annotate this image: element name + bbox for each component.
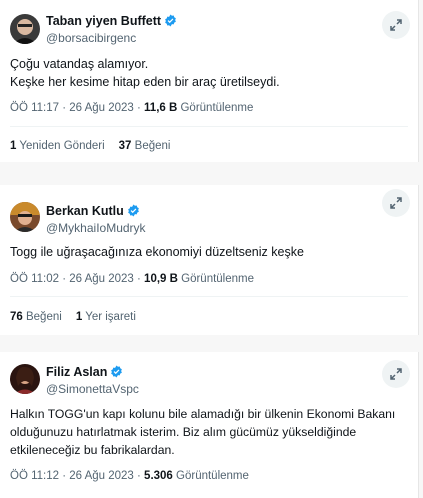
tweet-text-line: Togg ile uğraşacağınıza ekonomiyi düzelt… <box>10 245 304 259</box>
view-count: 10,9 B <box>144 273 178 285</box>
tweet-text-line: Halkın TOGG'un kapı kolunu bile alamadığ… <box>10 407 396 421</box>
verified-badge-icon <box>127 204 139 217</box>
likes-stat[interactable]: 76 Beğeni <box>10 311 62 323</box>
display-name-text[interactable]: Berkan Kutlu <box>46 204 124 218</box>
bookmarks-label: Yer işareti <box>82 311 136 323</box>
likes-count: 37 <box>118 140 132 152</box>
view-label: Görüntülenme <box>177 102 254 114</box>
avatar-image <box>10 202 40 232</box>
expand-button[interactable] <box>382 11 410 39</box>
avatar[interactable] <box>10 364 40 394</box>
display-name[interactable]: Berkan Kutlu <box>46 204 140 218</box>
verified-badge-icon <box>165 14 176 27</box>
timestamp[interactable]: ÖÖ 11:12 · 26 Ağu 2023 · <box>10 470 144 482</box>
view-label: Görüntülenme <box>172 470 249 482</box>
tweet-text-line: Çoğu vatandaş alamıyor. <box>10 57 149 71</box>
view-label: Görüntülenme <box>177 273 255 285</box>
verified-badge-icon <box>111 365 123 378</box>
bookmarks-stat[interactable]: 1 Yer işareti <box>76 311 136 323</box>
user-handle[interactable]: @SimonettaVspc <box>46 382 139 396</box>
expand-arrows-icon <box>390 197 402 209</box>
expand-arrows-icon <box>390 19 402 31</box>
divider <box>10 296 408 297</box>
expand-button[interactable] <box>382 189 410 217</box>
likes-label: Beğeni <box>131 140 171 152</box>
avatar-image <box>10 364 40 394</box>
display-name[interactable]: Taban yiyen Buffett <box>46 14 177 28</box>
tweet-stats: 1 Yeniden Gönderi 37 Beğeni <box>10 140 170 152</box>
user-handle[interactable]: @MykhaiIoMudryk <box>46 221 146 235</box>
tweet-text-line: olduğunuzu hatırlatmak isterim. Biz alım… <box>10 425 357 439</box>
tweet-meta: ÖÖ 11:17 · 26 Ağu 2023 · 11,6 B Görüntül… <box>10 102 253 114</box>
expand-arrows-icon <box>390 368 402 380</box>
avatar-image <box>10 14 40 44</box>
tweet-text-line: etkileneceğiz bu fabrikalardan. <box>10 443 175 457</box>
timestamp[interactable]: ÖÖ 11:02 · 26 Ağu 2023 · <box>10 273 144 285</box>
tweet-text: Halkın TOGG'un kapı kolunu bile alamadığ… <box>10 405 395 459</box>
tweet-text: Çoğu vatandaş alamıyor. Keşke her kesime… <box>10 55 280 91</box>
display-name-text[interactable]: Taban yiyen Buffett <box>46 14 161 28</box>
view-count: 5.306 <box>144 470 173 482</box>
expand-button[interactable] <box>382 360 410 388</box>
tweet-meta: ÖÖ 11:12 · 26 Ağu 2023 · 5.306 Görüntüle… <box>10 470 249 482</box>
display-name-text[interactable]: Filiz Aslan <box>46 365 107 379</box>
likes-count: 76 <box>10 311 23 323</box>
divider <box>10 126 408 127</box>
likes-stat[interactable]: 37 Beğeni <box>119 140 171 152</box>
tweet-card[interactable]: Taban yiyen Buffett @borsacibirgenc Çoğu… <box>0 0 419 162</box>
view-count: 11,6 B <box>144 102 178 114</box>
display-name[interactable]: Filiz Aslan <box>46 365 123 379</box>
avatar[interactable] <box>10 202 40 232</box>
reposts-stat[interactable]: 1 Yeniden Gönderi <box>10 140 105 152</box>
likes-label: Beğeni <box>22 311 62 323</box>
tweet-text: Togg ile uğraşacağınıza ekonomiyi düzelt… <box>10 243 304 261</box>
reposts-label: Yeniden Gönderi <box>16 140 105 152</box>
tweet-card[interactable]: Filiz Aslan @SimonettaVspc Halkın TOGG'u… <box>0 352 419 498</box>
tweet-card[interactable]: Berkan Kutlu @MykhaiIoMudryk Togg ile uğ… <box>0 185 419 335</box>
user-handle[interactable]: @borsacibirgenc <box>46 31 136 45</box>
avatar[interactable] <box>10 14 40 44</box>
tweet-meta: ÖÖ 11:02 · 26 Ağu 2023 · 10,9 B Görüntül… <box>10 273 254 285</box>
tweet-stats: 76 Beğeni 1 Yer işareti <box>10 311 136 323</box>
tweet-text-line: Keşke her kesime hitap eden bir araç üre… <box>10 75 280 89</box>
timestamp[interactable]: ÖÖ 11:17 · 26 Ağu 2023 · <box>10 102 144 114</box>
